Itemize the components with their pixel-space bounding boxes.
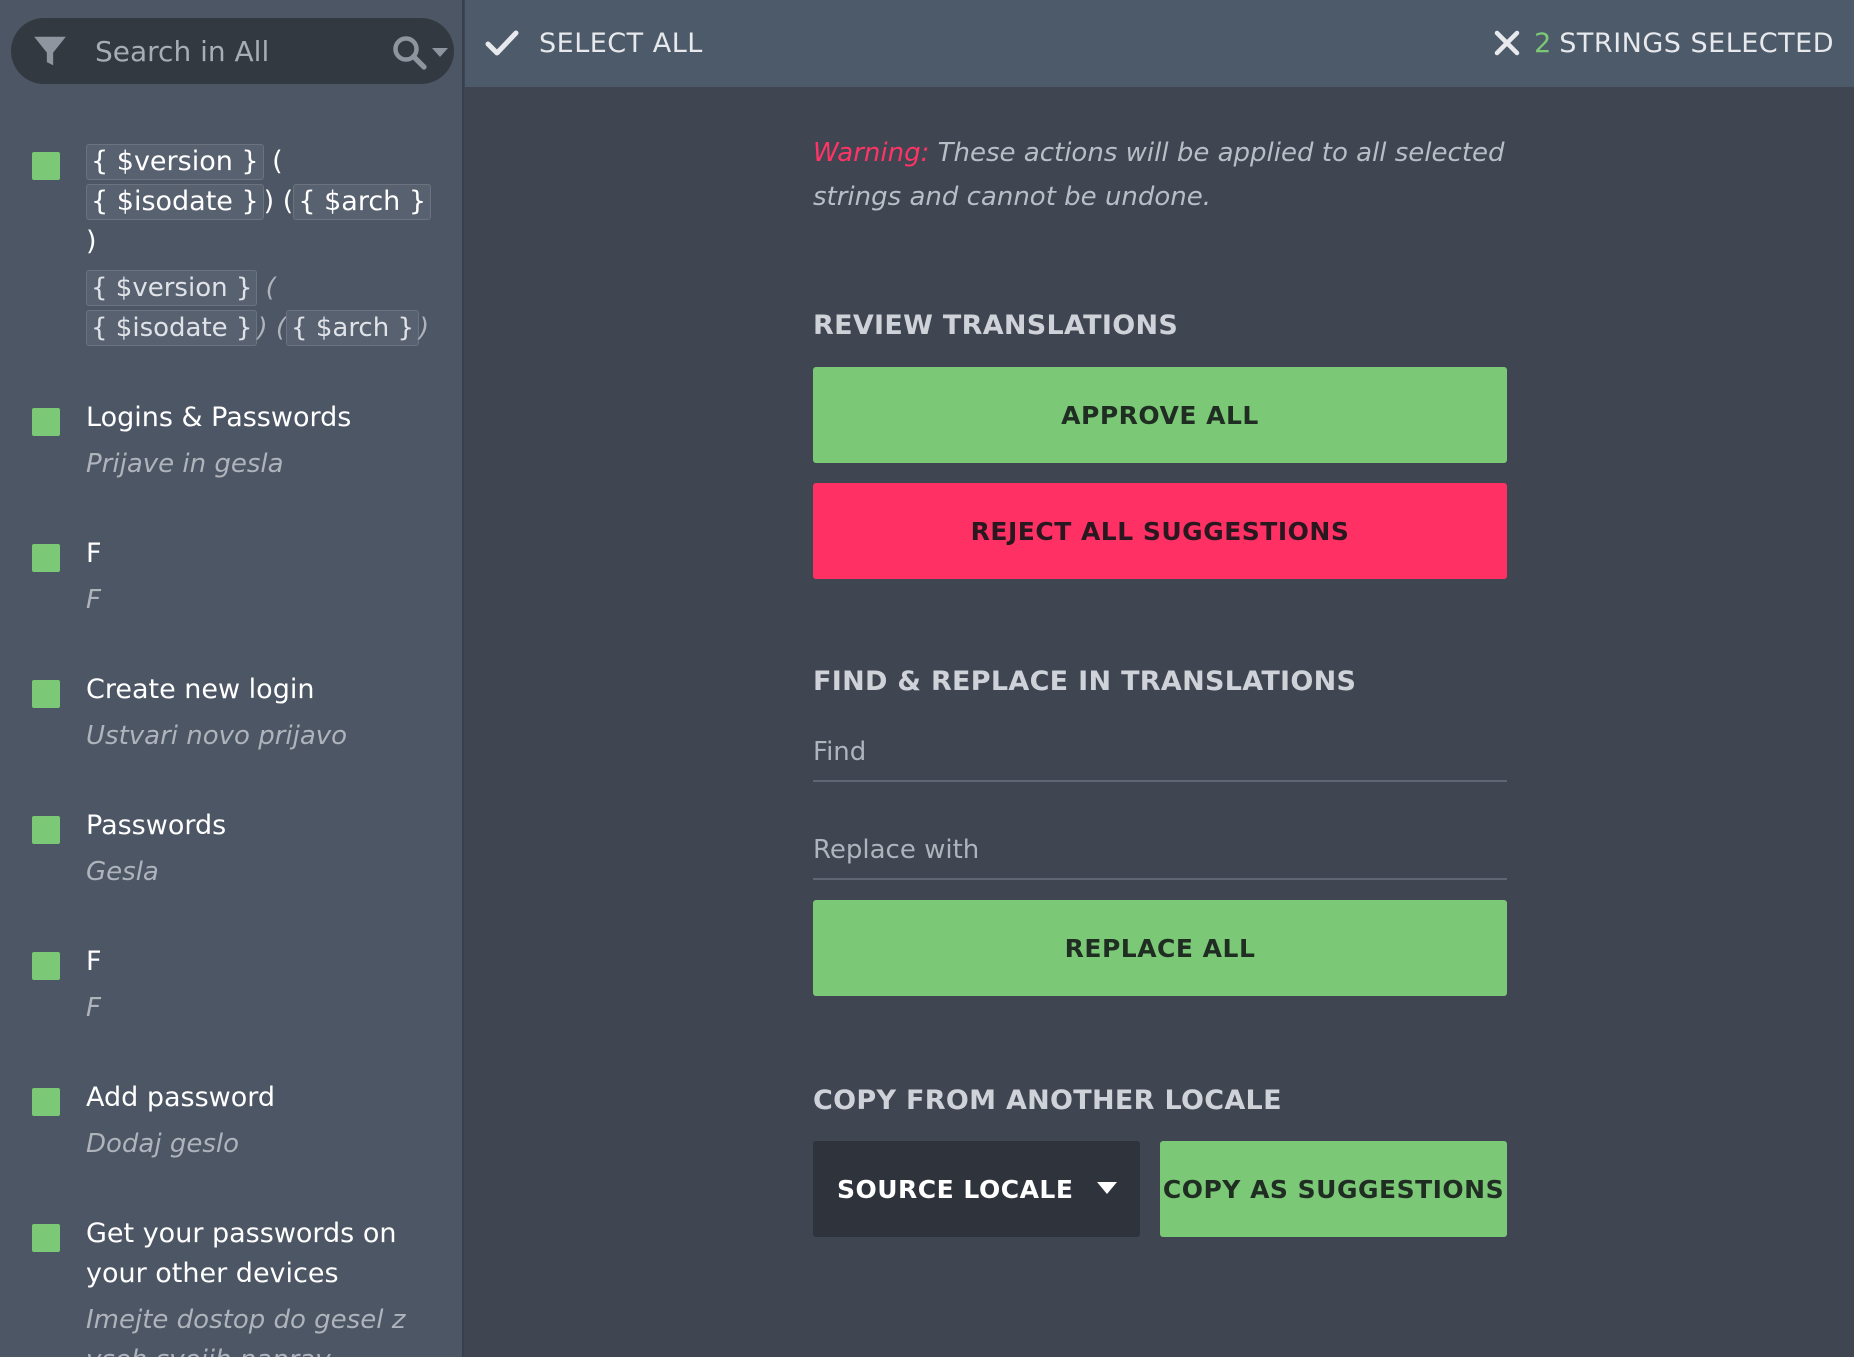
placeable: { $arch } [286,310,420,346]
placeable: { $isodate } [86,310,258,346]
checkbox-checked[interactable] [32,680,60,708]
source-string: Create new login [86,674,315,705]
source-string: Add password [86,1082,276,1113]
checkbox-checked[interactable] [32,1224,60,1252]
find-replace-section-title: FIND & REPLACE IN TRANSLATIONS [813,666,1357,697]
warning-message: Warning: These actions will be applied t… [813,131,1507,219]
list-item[interactable]: Get your passwords on your other devices… [0,1200,462,1357]
list-item[interactable]: { $version } ({ $isodate }) ({ $arch }) … [0,128,462,384]
checkbox-checked[interactable] [32,952,60,980]
string-text: ( [263,146,283,177]
string-text: ) [419,313,430,343]
replace-with-field[interactable] [813,822,1507,880]
list-item[interactable]: F F [0,928,462,1064]
translation-string: F [86,993,101,1023]
translation-string: Ustvari novo prijavo [86,721,348,751]
search-bar [11,18,454,84]
reject-all-suggestions-button[interactable]: REJECT ALL SUGGESTIONS [813,483,1507,579]
copy-as-suggestions-button[interactable]: COPY AS SUGGESTIONS [1160,1141,1507,1237]
source-locale-select[interactable]: SOURCE LOCALE [813,1141,1140,1237]
selected-label: STRINGS SELECTED [1559,27,1834,59]
checkbox-checked[interactable] [32,816,60,844]
translation-string: { $version } ( { $isodate }) ({ $arch }) [86,268,434,348]
source-string: F [86,946,102,977]
placeable: { $isodate } [86,184,264,220]
translation-string: F [86,585,101,615]
list-item[interactable]: Passwords Gesla [0,792,462,928]
translation-string: Imejte dostop do gesel z vseh svojih nap… [86,1305,406,1357]
checkbox-checked[interactable] [32,152,60,180]
placeable: { $version } [86,144,264,180]
list-item[interactable]: Create new login Ustvari novo prijavo [0,656,462,792]
check-icon [485,30,519,56]
filter-icon[interactable] [31,32,69,70]
source-string: F [86,538,102,569]
placeable: { $arch } [293,184,432,220]
translation-string: Dodaj geslo [86,1129,240,1159]
batch-actions-panel: Warning: These actions will be applied t… [813,87,1507,1237]
batch-actions-toolbar: SELECT ALL 2 STRINGS SELECTED [465,0,1854,87]
find-field[interactable] [813,724,1507,782]
checkbox-checked[interactable] [32,1088,60,1116]
close-icon[interactable] [1494,30,1520,56]
string-text: ) [86,226,97,257]
placeable: { $version } [86,270,258,306]
source-string: Get your passwords on your other devices [86,1218,397,1289]
app-root: { $version } ({ $isodate }) ({ $arch }) … [0,0,1854,1357]
source-locale-label: SOURCE LOCALE [837,1174,1074,1204]
review-section-title: REVIEW TRANSLATIONS [813,310,1179,341]
checkbox-checked[interactable] [32,544,60,572]
source-string: Passwords [86,810,227,841]
select-all-button[interactable]: SELECT ALL [485,20,703,66]
selection-info: 2 STRINGS SELECTED [1494,20,1834,66]
warning-label: Warning: [813,138,930,168]
selected-count: 2 [1534,27,1552,59]
copy-locale-row: SOURCE LOCALE COPY AS SUGGESTIONS [813,1141,1507,1237]
chevron-down-icon [1097,1182,1117,1194]
string-list: { $version } ({ $isodate }) ({ $arch }) … [0,128,462,1357]
string-text: ( [257,273,276,303]
sidebar: { $version } ({ $isodate }) ({ $arch }) … [0,0,464,1357]
checkbox-checked[interactable] [32,408,60,436]
list-item[interactable]: Add password Dodaj geslo [0,1064,462,1200]
source-string: Logins & Passwords [86,402,352,433]
search-input[interactable] [95,28,375,74]
list-item[interactable]: Logins & Passwords Prijave in gesla [0,384,462,520]
replace-all-button[interactable]: REPLACE ALL [813,900,1507,996]
search-icon[interactable] [391,34,427,70]
caret-down-icon[interactable] [430,45,450,59]
string-text: ) ( [257,313,287,343]
translation-string: Gesla [86,857,159,887]
string-text: ) ( [263,186,294,217]
select-all-label: SELECT ALL [539,27,703,59]
copy-locale-section-title: COPY FROM ANOTHER LOCALE [813,1085,1282,1116]
approve-all-button[interactable]: APPROVE ALL [813,367,1507,463]
translation-string: Prijave in gesla [86,449,284,479]
list-item[interactable]: F F [0,520,462,656]
source-string: { $version } ( { $isodate }) ({ $arch }) [86,128,434,262]
